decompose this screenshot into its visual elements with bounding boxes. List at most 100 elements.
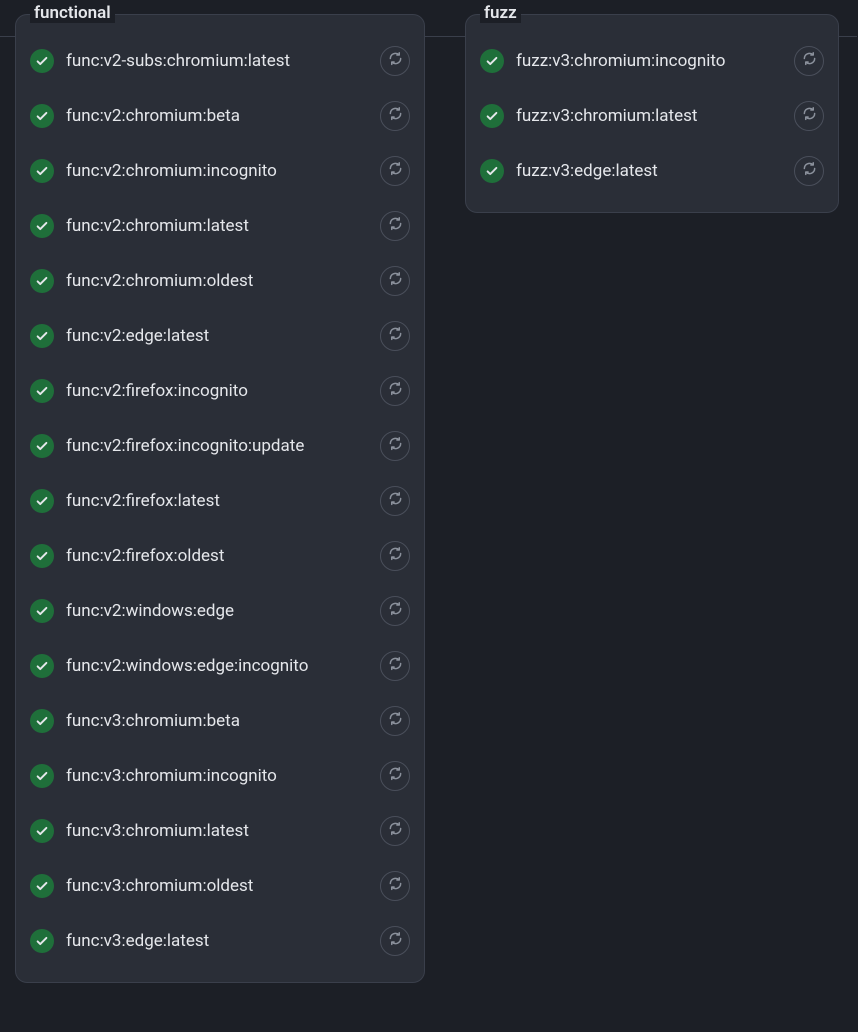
check-circle-icon (30, 489, 54, 513)
job-label[interactable]: func:v2:windows:edge:incognito (66, 656, 380, 676)
job-row: func:v2:firefox:oldest (30, 528, 410, 583)
job-label[interactable]: func:v2:firefox:latest (66, 491, 380, 511)
refresh-icon (388, 326, 403, 345)
job-row: func:v2-subs:chromium:latest (30, 33, 410, 88)
connector-line (0, 36, 15, 37)
rerun-button[interactable] (380, 651, 410, 681)
panel-body-functional: func:v2-subs:chromium:latest func:v2:chro… (16, 15, 424, 982)
job-label[interactable]: func:v3:edge:latest (66, 931, 380, 951)
panel-title-fuzz: fuzz (480, 3, 521, 23)
rerun-button[interactable] (794, 156, 824, 186)
refresh-icon (388, 711, 403, 730)
check-circle-icon (30, 709, 54, 733)
job-label[interactable]: func:v2:chromium:latest (66, 216, 380, 236)
refresh-icon (802, 106, 817, 125)
job-label[interactable]: fuzz:v3:edge:latest (516, 161, 794, 181)
rerun-button[interactable] (794, 101, 824, 131)
job-label[interactable]: func:v2:chromium:incognito (66, 161, 380, 181)
rerun-button[interactable] (380, 706, 410, 736)
job-label[interactable]: func:v2:firefox:incognito (66, 381, 380, 401)
refresh-icon (388, 601, 403, 620)
job-row: func:v2:edge:latest (30, 308, 410, 363)
refresh-icon (388, 161, 403, 180)
check-circle-icon (30, 544, 54, 568)
refresh-icon (802, 161, 817, 180)
rerun-button[interactable] (380, 101, 410, 131)
check-circle-icon (30, 764, 54, 788)
refresh-icon (388, 271, 403, 290)
job-row: fuzz:v3:chromium:incognito (480, 33, 824, 88)
job-label[interactable]: fuzz:v3:chromium:latest (516, 106, 794, 126)
rerun-button[interactable] (380, 816, 410, 846)
rerun-button[interactable] (380, 376, 410, 406)
check-circle-icon (30, 929, 54, 953)
panel-body-fuzz: fuzz:v3:chromium:incognito fuzz:v3:chromi… (466, 15, 838, 212)
refresh-icon (388, 381, 403, 400)
check-circle-icon (30, 324, 54, 348)
job-row: fuzz:v3:chromium:latest (480, 88, 824, 143)
refresh-icon (388, 491, 403, 510)
job-label[interactable]: func:v2:edge:latest (66, 326, 380, 346)
job-label[interactable]: func:v3:chromium:incognito (66, 766, 380, 786)
panel-title-functional: functional (30, 3, 115, 23)
rerun-button[interactable] (380, 156, 410, 186)
rerun-button[interactable] (380, 926, 410, 956)
job-row: func:v2:chromium:incognito (30, 143, 410, 198)
rerun-button[interactable] (380, 596, 410, 626)
job-row: func:v2:firefox:incognito (30, 363, 410, 418)
refresh-icon (388, 821, 403, 840)
check-circle-icon (30, 434, 54, 458)
job-row: func:v3:chromium:latest (30, 803, 410, 858)
job-label[interactable]: func:v3:chromium:latest (66, 821, 380, 841)
rerun-button[interactable] (380, 266, 410, 296)
job-label[interactable]: fuzz:v3:chromium:incognito (516, 51, 794, 71)
refresh-icon (388, 106, 403, 125)
panels-container: functional func:v2-subs:chromium:latestf… (0, 0, 858, 983)
job-label[interactable]: func:v2:firefox:incognito:update (66, 436, 380, 456)
job-label[interactable]: func:v2:windows:edge (66, 601, 380, 621)
rerun-button[interactable] (380, 486, 410, 516)
check-circle-icon (30, 379, 54, 403)
job-row: func:v2:firefox:latest (30, 473, 410, 528)
job-label[interactable]: func:v2:firefox:oldest (66, 546, 380, 566)
check-circle-icon (30, 104, 54, 128)
rerun-button[interactable] (794, 46, 824, 76)
rerun-button[interactable] (380, 211, 410, 241)
check-circle-icon (480, 104, 504, 128)
job-row: func:v2:chromium:beta (30, 88, 410, 143)
refresh-icon (388, 216, 403, 235)
connector-line (839, 36, 857, 37)
job-label[interactable]: func:v2-subs:chromium:latest (66, 51, 380, 71)
job-row: func:v2:firefox:incognito:update (30, 418, 410, 473)
job-row: func:v2:chromium:latest (30, 198, 410, 253)
check-circle-icon (480, 159, 504, 183)
rerun-button[interactable] (380, 871, 410, 901)
check-circle-icon (30, 269, 54, 293)
rerun-button[interactable] (380, 541, 410, 571)
check-circle-icon (30, 49, 54, 73)
job-row: func:v3:edge:latest (30, 913, 410, 968)
rerun-button[interactable] (380, 46, 410, 76)
job-label[interactable]: func:v2:chromium:beta (66, 106, 380, 126)
rerun-button[interactable] (380, 761, 410, 791)
rerun-button[interactable] (380, 431, 410, 461)
panel-fuzz: fuzz fuzz:v3:chromium:incognitofuzz:v3:c… (465, 14, 839, 213)
refresh-icon (388, 436, 403, 455)
check-circle-icon (480, 49, 504, 73)
check-circle-icon (30, 159, 54, 183)
job-row: func:v2:windows:edge (30, 583, 410, 638)
job-label[interactable]: func:v2:chromium:oldest (66, 271, 380, 291)
refresh-icon (388, 931, 403, 950)
refresh-icon (388, 766, 403, 785)
check-circle-icon (30, 874, 54, 898)
rerun-button[interactable] (380, 321, 410, 351)
job-row: func:v3:chromium:beta (30, 693, 410, 748)
job-row: func:v2:windows:edge:incognito (30, 638, 410, 693)
job-label[interactable]: func:v3:chromium:oldest (66, 876, 380, 896)
job-row: func:v3:chromium:incognito (30, 748, 410, 803)
job-row: fuzz:v3:edge:latest (480, 143, 824, 198)
refresh-icon (388, 546, 403, 565)
refresh-icon (388, 656, 403, 675)
check-circle-icon (30, 214, 54, 238)
job-label[interactable]: func:v3:chromium:beta (66, 711, 380, 731)
